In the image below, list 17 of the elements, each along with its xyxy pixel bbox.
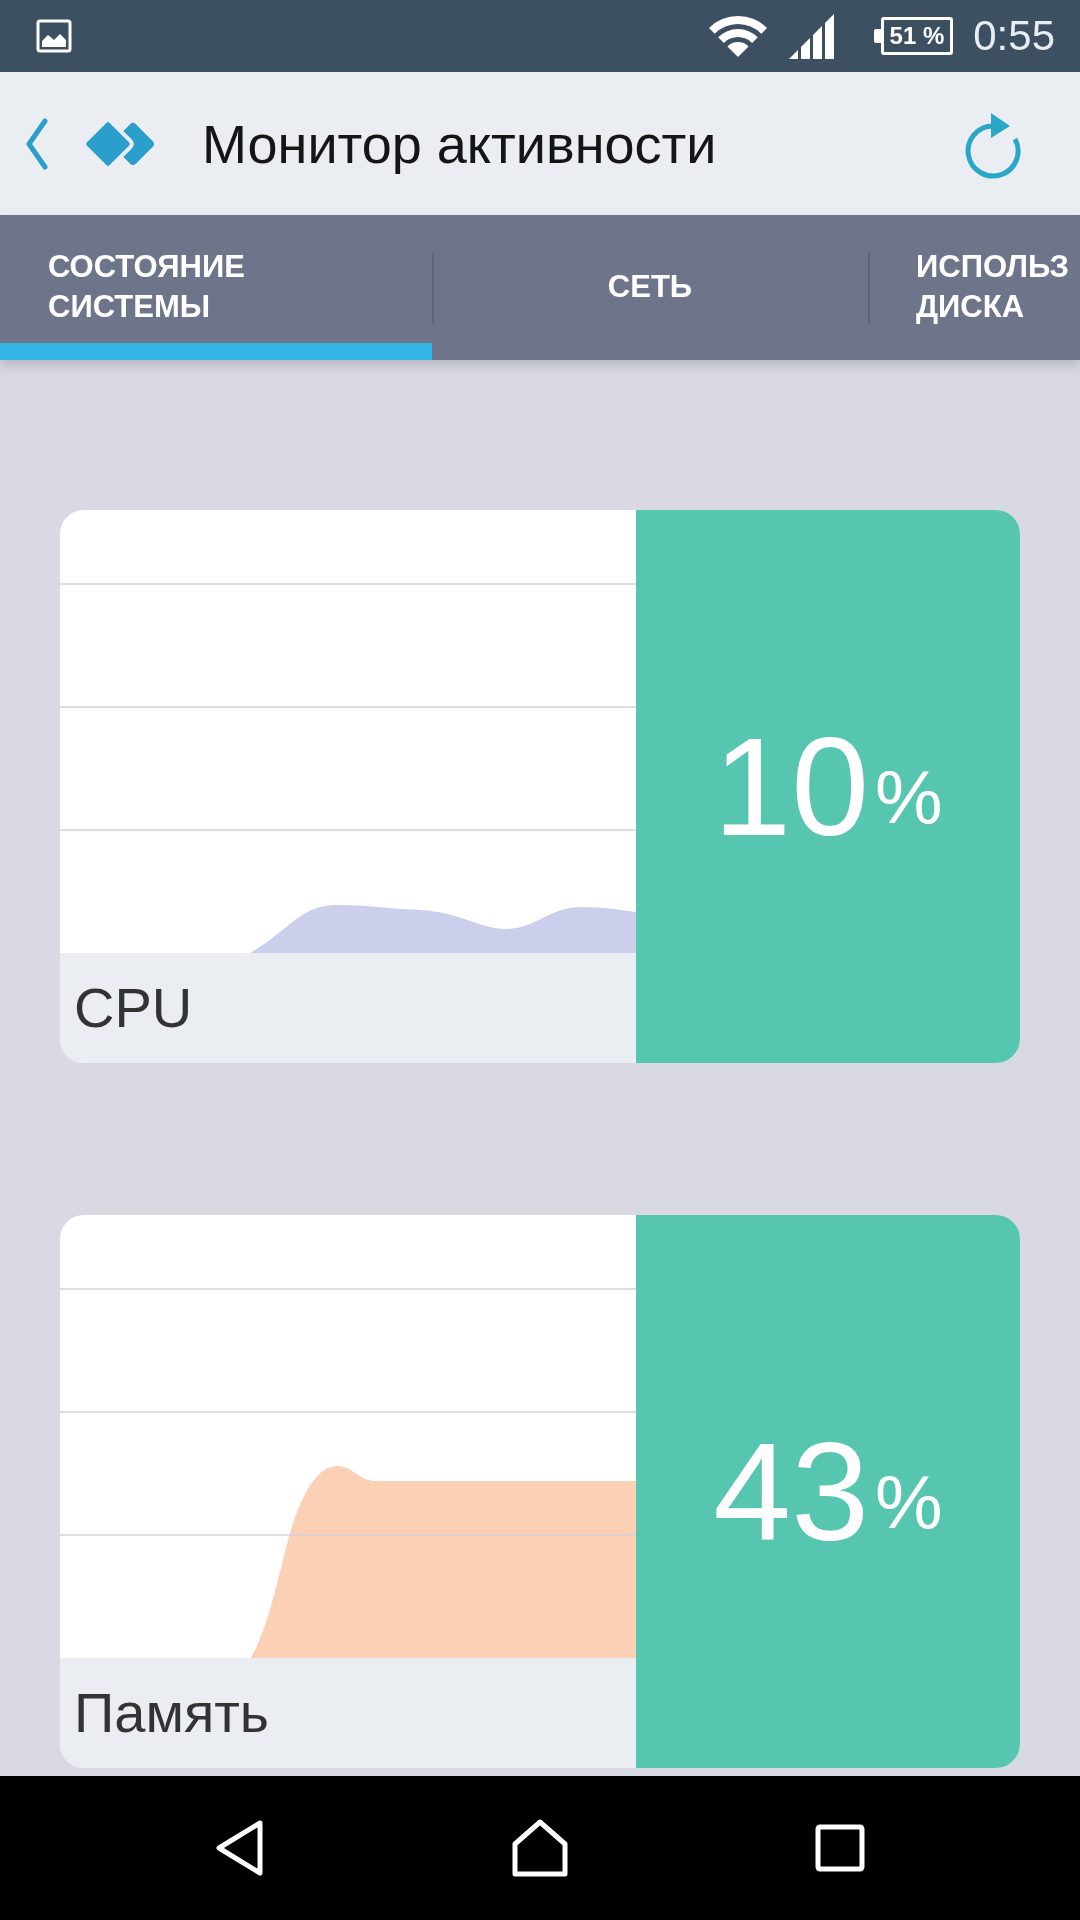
monitor-label: Память	[74, 1682, 270, 1744]
picture-icon	[36, 19, 72, 53]
battery-indicator: 51 %	[873, 17, 954, 55]
home-icon[interactable]	[511, 1819, 569, 1877]
recents-icon[interactable]	[815, 1824, 865, 1872]
back-icon[interactable]	[215, 1819, 265, 1877]
percent-value: 10	[713, 707, 870, 865]
percent-unit: %	[875, 753, 943, 839]
monitor-label: CPU	[74, 977, 193, 1039]
signal-icon	[788, 13, 837, 59]
tab[interactable]: ИСПОЛЬЗ ДИСКА	[868, 215, 1080, 360]
screen-title: Монитор активности	[202, 112, 717, 175]
percent-unit: %	[875, 1458, 943, 1544]
status-time: 0:55	[973, 15, 1055, 57]
tab[interactable]: СЕТЬ	[432, 215, 868, 360]
percent-value: 43	[713, 1412, 870, 1570]
wifi-icon	[708, 13, 767, 59]
